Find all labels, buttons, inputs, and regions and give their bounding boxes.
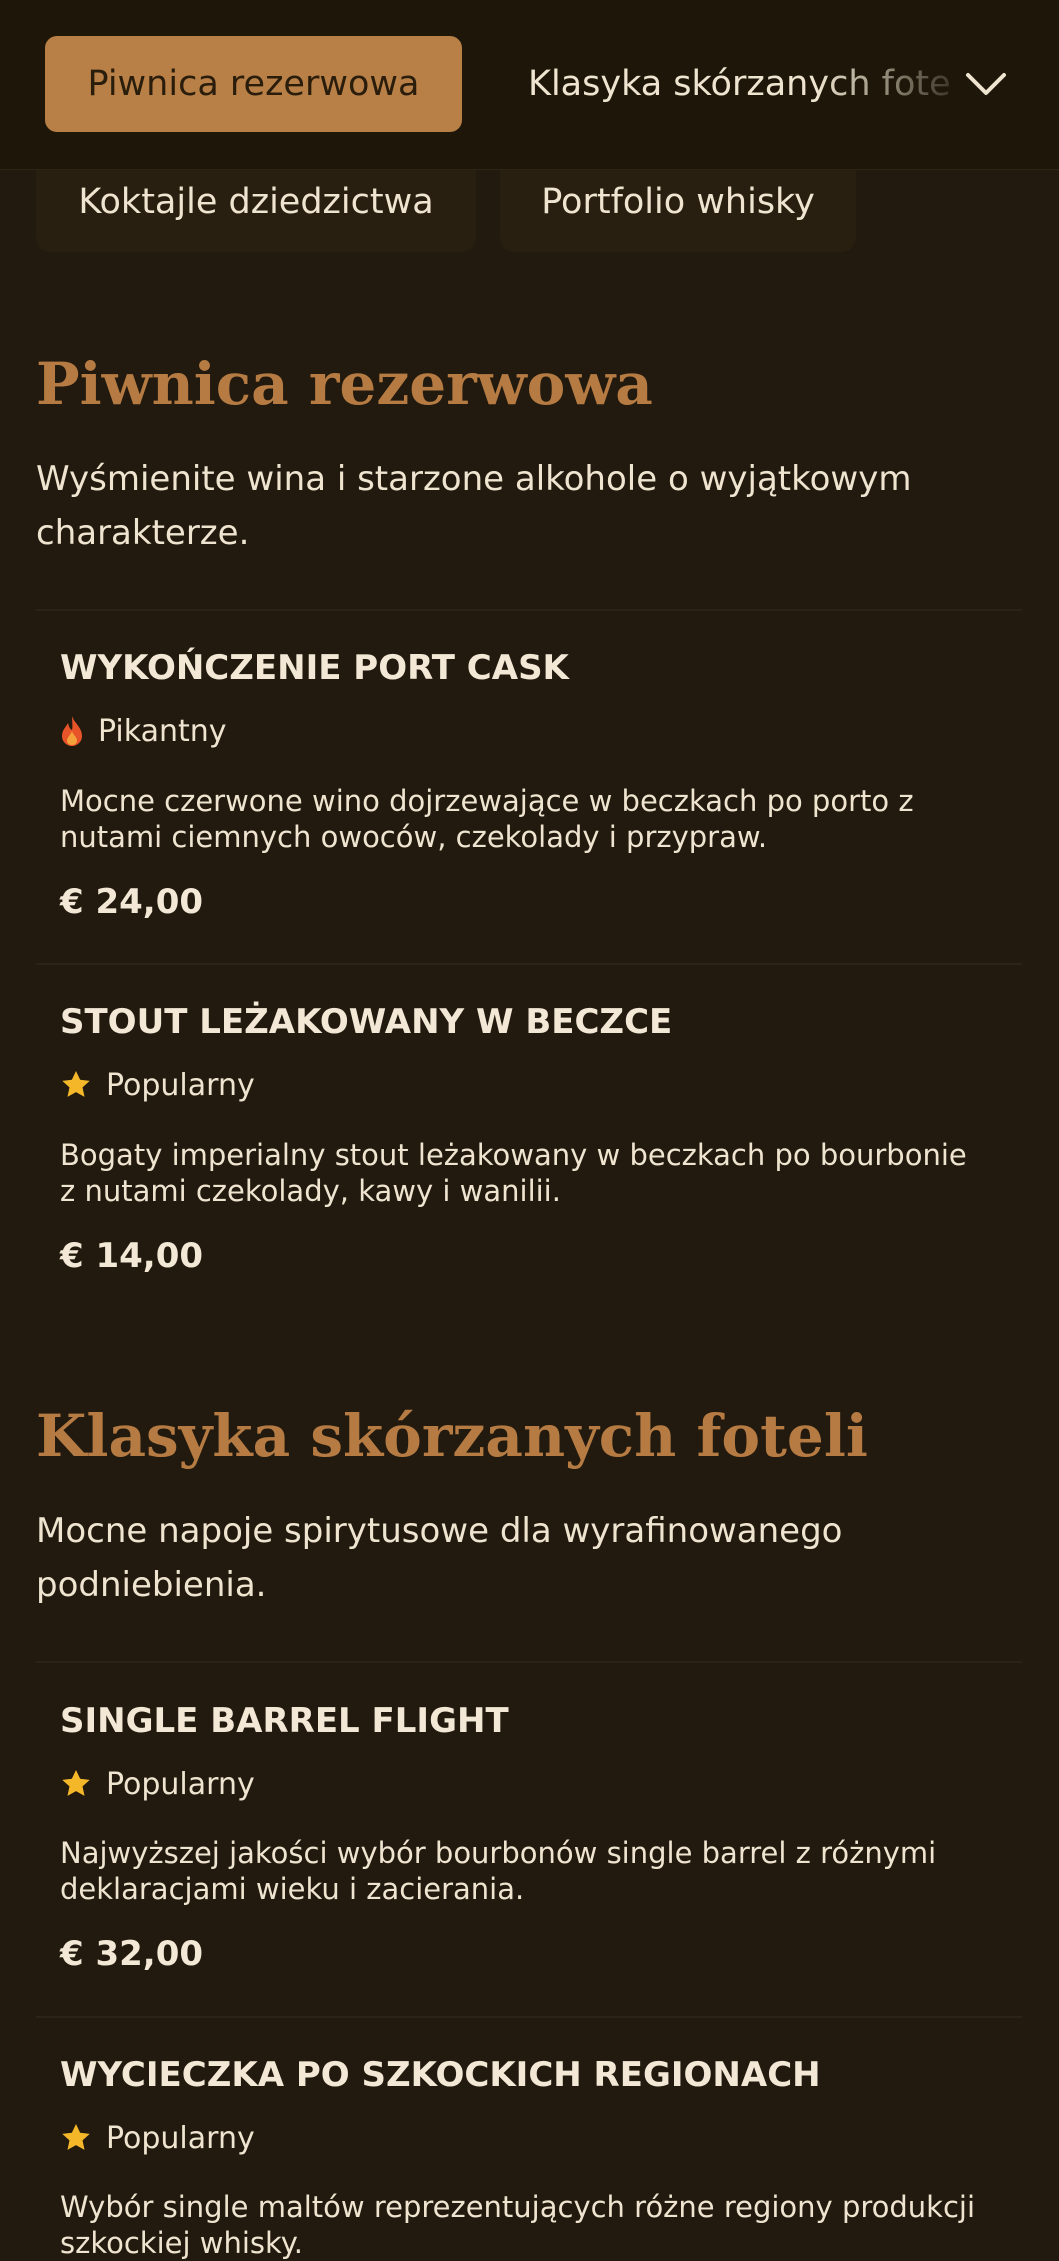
menu-item-description: Wybór single maltów reprezentujących róż… <box>60 2190 976 2260</box>
divider <box>36 1661 1022 1663</box>
category-nav: Piwnica rezerwowa Klasyka skórzanych fot… <box>0 0 1059 170</box>
fire-icon <box>60 715 84 747</box>
menu-item-price: € 32,00 <box>60 1934 204 1974</box>
star-icon <box>60 1768 92 1800</box>
menu-item-name: WYCIECZKA PO SZKOCKICH REGIONACH <box>60 2055 821 2095</box>
item-badge: Popularny <box>60 1065 255 1105</box>
section-title: Klasyka skórzanych foteli <box>36 1402 868 1470</box>
divider <box>36 963 1022 965</box>
section-description: Wyśmienite wina i starzone alkohole o wy… <box>36 459 912 553</box>
menu-item-name: WYKOŃCZENIE PORT CASK <box>60 648 569 688</box>
star-icon <box>60 2122 92 2154</box>
tab-klasyka-skorzanych-foteli[interactable]: Klasyka skórzanych foteli <box>528 36 952 132</box>
menu-item-name: SINGLE BARREL FLIGHT <box>60 1701 509 1741</box>
section-description: Mocne napoje spirytusowe dla wyrafinowan… <box>36 1511 843 1605</box>
menu-item-price: € 14,00 <box>60 1236 204 1276</box>
menu-item-description: Mocne czerwone wino dojrzewające w beczk… <box>60 784 914 854</box>
divider <box>36 609 1022 611</box>
tab-portfolio-whisky[interactable]: Portfolio whisky <box>500 160 856 252</box>
badge-label: Popularny <box>106 1766 255 1802</box>
item-badge: Popularny <box>60 1764 255 1804</box>
badge-label: Pikantny <box>98 713 227 749</box>
chevron-down-icon <box>966 73 1006 95</box>
badge-label: Popularny <box>106 2120 255 2156</box>
menu-item-name: STOUT LEŻAKOWANY W BECZCE <box>60 1002 673 1042</box>
category-nav-row-2: Koktajle dziedzictwa Portfolio whisky <box>0 160 1059 255</box>
tab-piwnica-rezerwowa[interactable]: Piwnica rezerwowa <box>45 36 462 132</box>
section-title: Piwnica rezerwowa <box>36 350 653 418</box>
divider <box>36 2016 1022 2018</box>
item-badge: Popularny <box>60 2118 255 2158</box>
tab-koktajle-dziedzictwa[interactable]: Koktajle dziedzictwa <box>36 160 476 252</box>
badge-label: Popularny <box>106 1067 255 1103</box>
item-badge: Pikantny <box>60 711 227 751</box>
menu-item-price: € 24,00 <box>60 882 204 922</box>
menu-item-description: Najwyższej jakości wybór bourbonów singl… <box>60 1836 937 1906</box>
expand-categories-button[interactable] <box>956 56 1016 112</box>
menu-item-description: Bogaty imperialny stout leżakowany w bec… <box>60 1138 967 1208</box>
star-icon <box>60 1069 92 1101</box>
